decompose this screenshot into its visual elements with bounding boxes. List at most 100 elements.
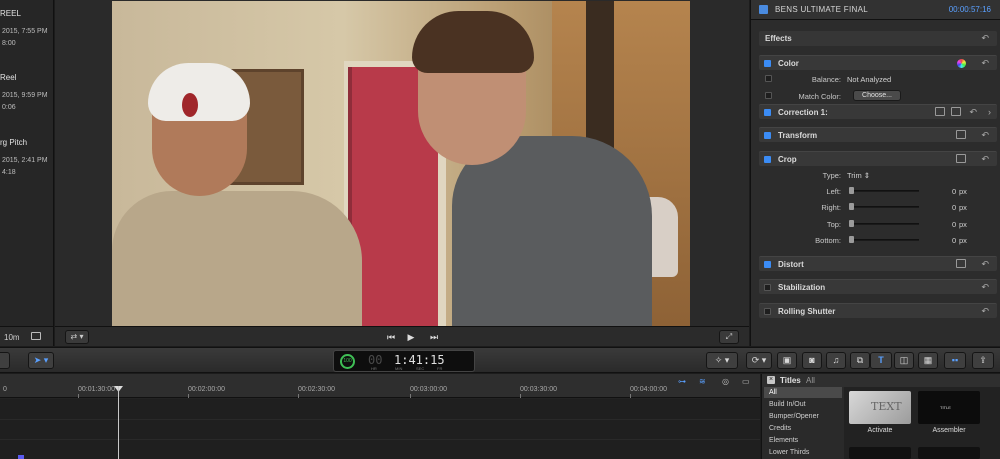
correction-enable-checkbox[interactable] — [764, 109, 771, 116]
solo-icon[interactable]: ◎ — [722, 377, 729, 386]
transform-onscreen-icon[interactable] — [956, 130, 966, 139]
reset-icon[interactable]: ↶ — [981, 33, 989, 44]
clip-marker[interactable] — [18, 455, 24, 459]
close-icon[interactable]: × — [767, 376, 775, 384]
titles-category-item[interactable]: Credits — [764, 423, 842, 434]
crop-section[interactable]: Crop ↶ — [759, 151, 997, 166]
fullscreen-button[interactable]: ⤢ — [719, 330, 739, 344]
ruler-tick — [188, 394, 189, 398]
zoom-level-label[interactable]: 10m — [4, 333, 20, 342]
crop-top-slider[interactable] — [849, 223, 919, 225]
crop-onscreen-icon[interactable] — [956, 154, 966, 163]
next-edit-icon[interactable]: ⏭ — [425, 330, 443, 344]
video-head-bandage — [148, 63, 250, 121]
distort-section[interactable]: Distort ↶ — [759, 256, 997, 271]
select-tool-button[interactable]: ➤ ▾ — [28, 352, 54, 369]
audio-waveform-icon[interactable]: ⊶ — [678, 377, 686, 386]
video-actor-right-hair — [412, 11, 534, 73]
timeline-track-area[interactable] — [0, 399, 760, 459]
reset-icon[interactable]: ↶ — [969, 107, 977, 118]
title-thumbnail[interactable] — [918, 447, 980, 459]
clip-appearance-icon[interactable] — [31, 332, 41, 340]
share-icon[interactable]: ⇪ — [972, 352, 994, 369]
video-frame[interactable] — [112, 1, 690, 326]
stabilization-enable-checkbox[interactable] — [764, 284, 771, 291]
transform-label: Transform — [778, 131, 818, 140]
crop-bottom-slider-knob[interactable] — [849, 236, 854, 243]
enhancements-button[interactable]: ✧ ▾ — [706, 352, 738, 369]
crop-right-slider-knob[interactable] — [849, 203, 854, 210]
reset-icon[interactable]: ↶ — [981, 282, 989, 293]
crop-top-unit: px — [959, 220, 967, 229]
music-browser-icon[interactable]: ♫ — [826, 352, 846, 369]
titles-category-item[interactable]: Lower Thirds — [764, 447, 842, 458]
stabilization-section[interactable]: Stabilization ↶ — [759, 279, 997, 294]
titles-category-item[interactable]: Bumper/Opener — [764, 411, 842, 422]
toolbar-left-button[interactable] — [0, 352, 10, 369]
crop-bottom-slider[interactable] — [849, 239, 919, 241]
titles-category-item[interactable]: Build In/Out — [764, 399, 842, 410]
reset-icon[interactable]: ↶ — [981, 259, 989, 270]
titles-category-item[interactable]: Elements — [764, 435, 842, 446]
playhead[interactable] — [118, 386, 119, 459]
mask-icon[interactable] — [935, 107, 945, 116]
viewer-options-button[interactable]: ⇄ ▾ — [65, 330, 89, 344]
crop-bottom-value[interactable]: 0 — [952, 236, 956, 245]
video-actor-left-body — [112, 191, 362, 326]
crop-top-value[interactable]: 0 — [952, 220, 956, 229]
crop-left-slider-knob[interactable] — [849, 187, 854, 194]
reset-icon[interactable]: ↶ — [981, 58, 989, 69]
rolling-shutter-section[interactable]: Rolling Shutter ↶ — [759, 303, 997, 318]
crop-right-slider[interactable] — [849, 206, 919, 208]
clip-name: Reel — [0, 73, 17, 82]
clip-duration: 4:18 — [2, 169, 16, 176]
crop-enable-checkbox[interactable] — [764, 156, 771, 163]
crop-left-value[interactable]: 0 — [952, 187, 956, 196]
transitions-browser-icon[interactable]: ⧉ — [850, 352, 870, 369]
inspector-toggle-icon[interactable]: ▪▪ — [944, 352, 966, 369]
reset-icon[interactable]: ↶ — [981, 154, 989, 165]
retime-button[interactable]: ⟳ ▾ — [746, 352, 772, 369]
timecode-display[interactable]: 100 00 1:41:15 HR MIN SEC FR — [333, 350, 475, 372]
previous-edit-icon[interactable]: ⏮ — [382, 330, 400, 344]
themes-browser-icon[interactable]: ▦ — [918, 352, 938, 369]
reset-icon[interactable]: ↶ — [981, 306, 989, 317]
audio-skimming-icon[interactable]: ≋ — [699, 377, 706, 386]
titles-category-item[interactable]: All — [764, 387, 842, 398]
effects-section[interactable]: Effects ↶ — [759, 31, 997, 46]
crop-left-slider[interactable] — [849, 190, 919, 192]
color-label: Color — [778, 59, 799, 68]
crop-right-value[interactable]: 0 — [952, 203, 956, 212]
go-to-icon[interactable]: › — [988, 107, 991, 117]
photos-browser-icon[interactable]: ◙ — [802, 352, 822, 369]
distort-enable-checkbox[interactable] — [764, 261, 771, 268]
title-thumbnail-activate[interactable]: TEXT — [849, 391, 911, 424]
crop-left-unit: px — [959, 187, 967, 196]
viewer-footer: ⇄ ▾ ⏮ ▶ ⏭ ⤢ — [55, 326, 749, 346]
titles-browser-icon[interactable]: T — [870, 352, 892, 369]
crop-bottom-label: Bottom: — [815, 236, 841, 245]
transform-section[interactable]: Transform ↶ — [759, 127, 997, 142]
transform-enable-checkbox[interactable] — [764, 132, 771, 139]
generators-browser-icon[interactable]: ◫ — [894, 352, 914, 369]
clip-appearance-icon[interactable]: ▭ — [742, 377, 750, 386]
distort-onscreen-icon[interactable] — [956, 259, 966, 268]
timeline[interactable]: ⊶ ≋ ◎ ▭ 0 00:01:30:00 00:02:00:00 00:02:… — [0, 374, 760, 459]
rolling-shutter-enable-checkbox[interactable] — [764, 308, 771, 315]
film-icon — [759, 5, 768, 14]
title-thumbnail-assembler[interactable]: TITLE — [918, 391, 980, 424]
effects-browser-icon[interactable]: ▣ — [777, 352, 797, 369]
color-enable-checkbox[interactable] — [764, 60, 771, 67]
color-board-icon[interactable] — [957, 59, 966, 68]
crop-top-slider-knob[interactable] — [849, 220, 854, 227]
play-icon[interactable]: ▶ — [402, 330, 420, 344]
crop-type-select[interactable]: Trim ⇕ — [847, 171, 870, 180]
timecode-unit-hr: HR — [371, 366, 377, 371]
reset-icon[interactable]: ↶ — [981, 130, 989, 141]
title-thumbnail[interactable] — [849, 447, 911, 459]
shape-mask-icon[interactable] — [951, 107, 961, 116]
titles-filter-label[interactable]: All — [806, 376, 815, 385]
color-section[interactable]: Color ↶ — [759, 55, 997, 70]
correction-section[interactable]: Correction 1: ↶ › — [759, 104, 997, 119]
choose-button[interactable]: Choose... — [853, 90, 901, 101]
